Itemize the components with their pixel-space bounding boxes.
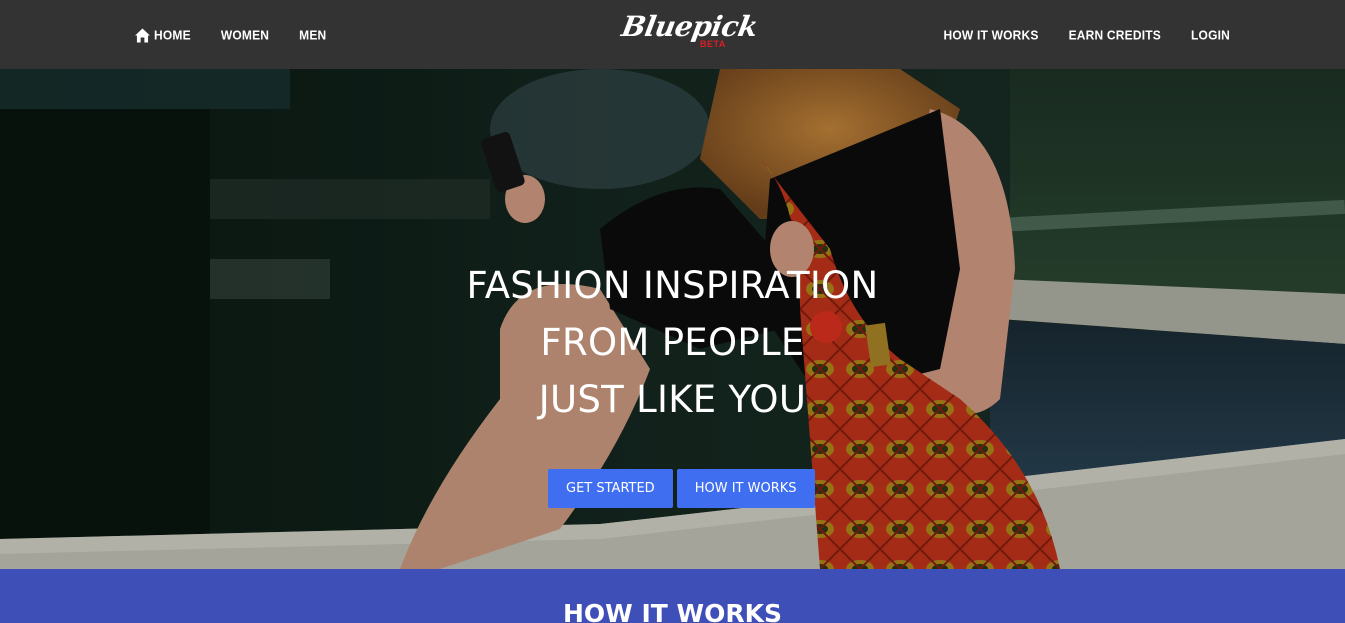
hero-headline: FASHION INSPIRATION FROM PEOPLE JUST LIK… <box>0 257 1345 428</box>
nav-how-it-works-label: HOW IT WORKS <box>943 26 1039 43</box>
nav-home-link[interactable]: HOME <box>135 27 191 42</box>
hero-headline-line-1: FASHION INSPIRATION <box>466 264 879 307</box>
hero-headline-line-2: FROM PEOPLE <box>540 321 805 364</box>
logo-beta-tag: BETA <box>700 39 726 49</box>
nav-right-group: HOW IT WORKS EARN CREDITS LOGIN <box>944 0 1230 69</box>
how-it-works-section: HOW IT WORKS <box>0 569 1345 623</box>
nav-women-link[interactable]: WOMEN <box>221 27 269 42</box>
nav-how-it-works-link[interactable]: HOW IT WORKS <box>944 27 1039 42</box>
get-started-button[interactable]: GET STARTED <box>548 469 673 508</box>
nav-home-label: HOME <box>154 26 191 43</box>
brand-logo[interactable]: Bluepick BETA <box>619 8 760 58</box>
nav-left-group: HOME WOMEN MEN <box>135 0 326 69</box>
home-icon <box>135 27 150 42</box>
how-it-works-heading: HOW IT WORKS <box>563 599 782 623</box>
nav-login-link[interactable]: LOGIN <box>1191 27 1230 42</box>
logo-wordmark: Bluepick <box>619 10 761 43</box>
how-it-works-button[interactable]: HOW IT WORKS <box>676 469 815 508</box>
nav-earn-credits-link[interactable]: EARN CREDITS <box>1069 27 1161 42</box>
hero-button-group: GET STARTED HOW IT WORKS <box>548 469 815 508</box>
hero-banner: FASHION INSPIRATION FROM PEOPLE JUST LIK… <box>0 69 1345 569</box>
nav-login-label: LOGIN <box>1191 26 1230 43</box>
nav-men-label: MEN <box>299 26 327 43</box>
nav-earn-credits-label: EARN CREDITS <box>1068 26 1161 43</box>
nav-women-label: WOMEN <box>220 26 270 43</box>
top-navbar: HOME WOMEN MEN Bluepick BETA HOW IT WORK… <box>0 0 1345 69</box>
nav-men-link[interactable]: MEN <box>299 27 326 42</box>
hero-headline-line-3: JUST LIKE YOU <box>538 378 807 421</box>
